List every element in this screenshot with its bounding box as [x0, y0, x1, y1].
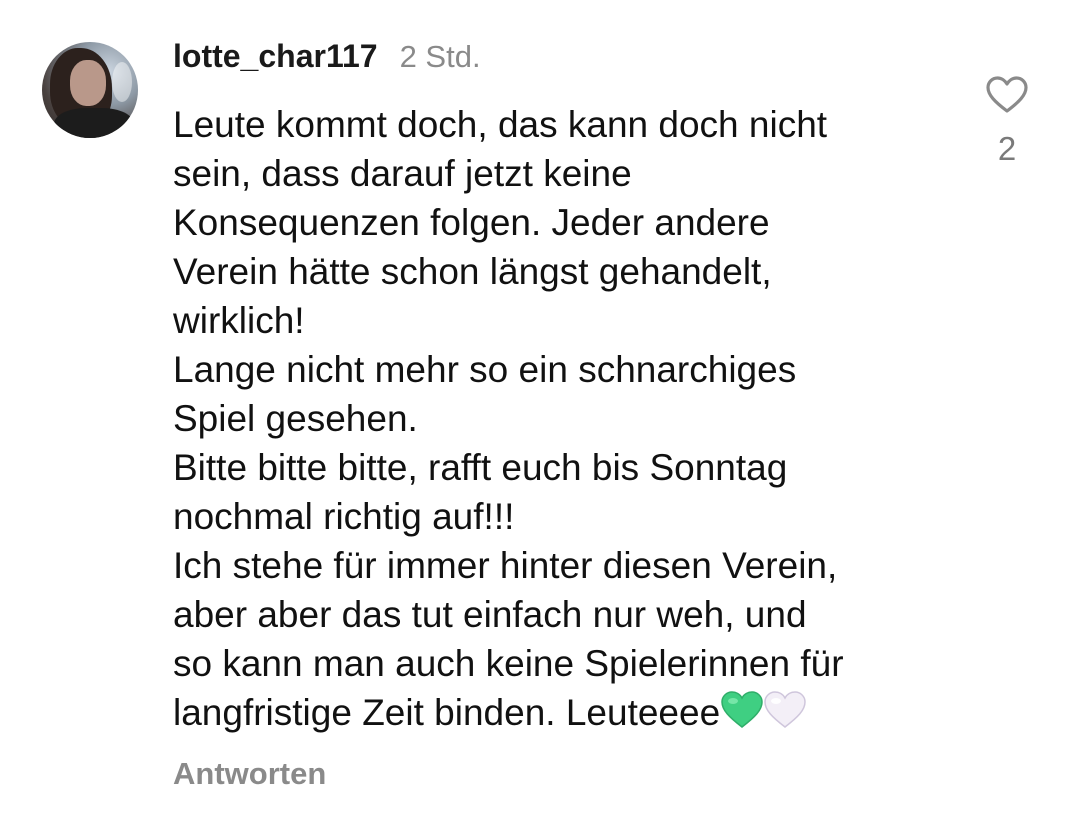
comment-line: wirklich! — [173, 300, 305, 341]
like-section: 2 — [980, 72, 1034, 168]
comment-text: Leute kommt doch, das kann doch nicht se… — [173, 100, 963, 741]
comment-line: aber aber das tut einfach nur weh, und — [173, 594, 807, 635]
avatar-background — [112, 62, 132, 102]
like-button[interactable] — [984, 72, 1030, 118]
comment-line: sein, dass darauf jetzt keine — [173, 153, 632, 194]
white-heart-icon — [764, 691, 806, 741]
avatar[interactable] — [42, 42, 138, 138]
heart-outline-icon — [986, 76, 1028, 113]
comment-last-line: langfristige Zeit binden. Leuteeee — [173, 688, 963, 741]
comment-item: lotte_char117 2 Std. Leute kommt doch, d… — [0, 0, 1080, 831]
comment-line: Verein hätte schon längst gehandelt, — [173, 251, 772, 292]
comment-line: Lange nicht mehr so ein schnarchiges — [173, 349, 797, 390]
reply-button[interactable]: Antworten — [173, 756, 326, 792]
avatar-body — [54, 108, 134, 138]
comment-line: Ich stehe für immer hinter diesen Verein… — [173, 545, 838, 586]
comment-line: nochmal richtig auf!!! — [173, 496, 515, 537]
like-count: 2 — [997, 130, 1017, 167]
comment-line: Leute kommt doch, das kann doch nicht — [173, 104, 828, 145]
comment-line: langfristige Zeit binden. Leuteeee — [173, 692, 721, 733]
green-heart-icon — [721, 691, 763, 741]
comment-line: so kann man auch keine Spielerinnen für — [173, 643, 844, 684]
comment-line: Konsequenzen folgen. Jeder andere — [173, 202, 770, 243]
avatar-face — [70, 60, 106, 106]
comment-line: Spiel gesehen. — [173, 398, 418, 439]
comment-header: lotte_char117 2 Std. — [173, 38, 481, 82]
comment-line: Bitte bitte bitte, rafft euch bis Sonnta… — [173, 447, 788, 488]
timestamp: 2 Std. — [399, 39, 481, 74]
username[interactable]: lotte_char117 — [173, 38, 378, 75]
